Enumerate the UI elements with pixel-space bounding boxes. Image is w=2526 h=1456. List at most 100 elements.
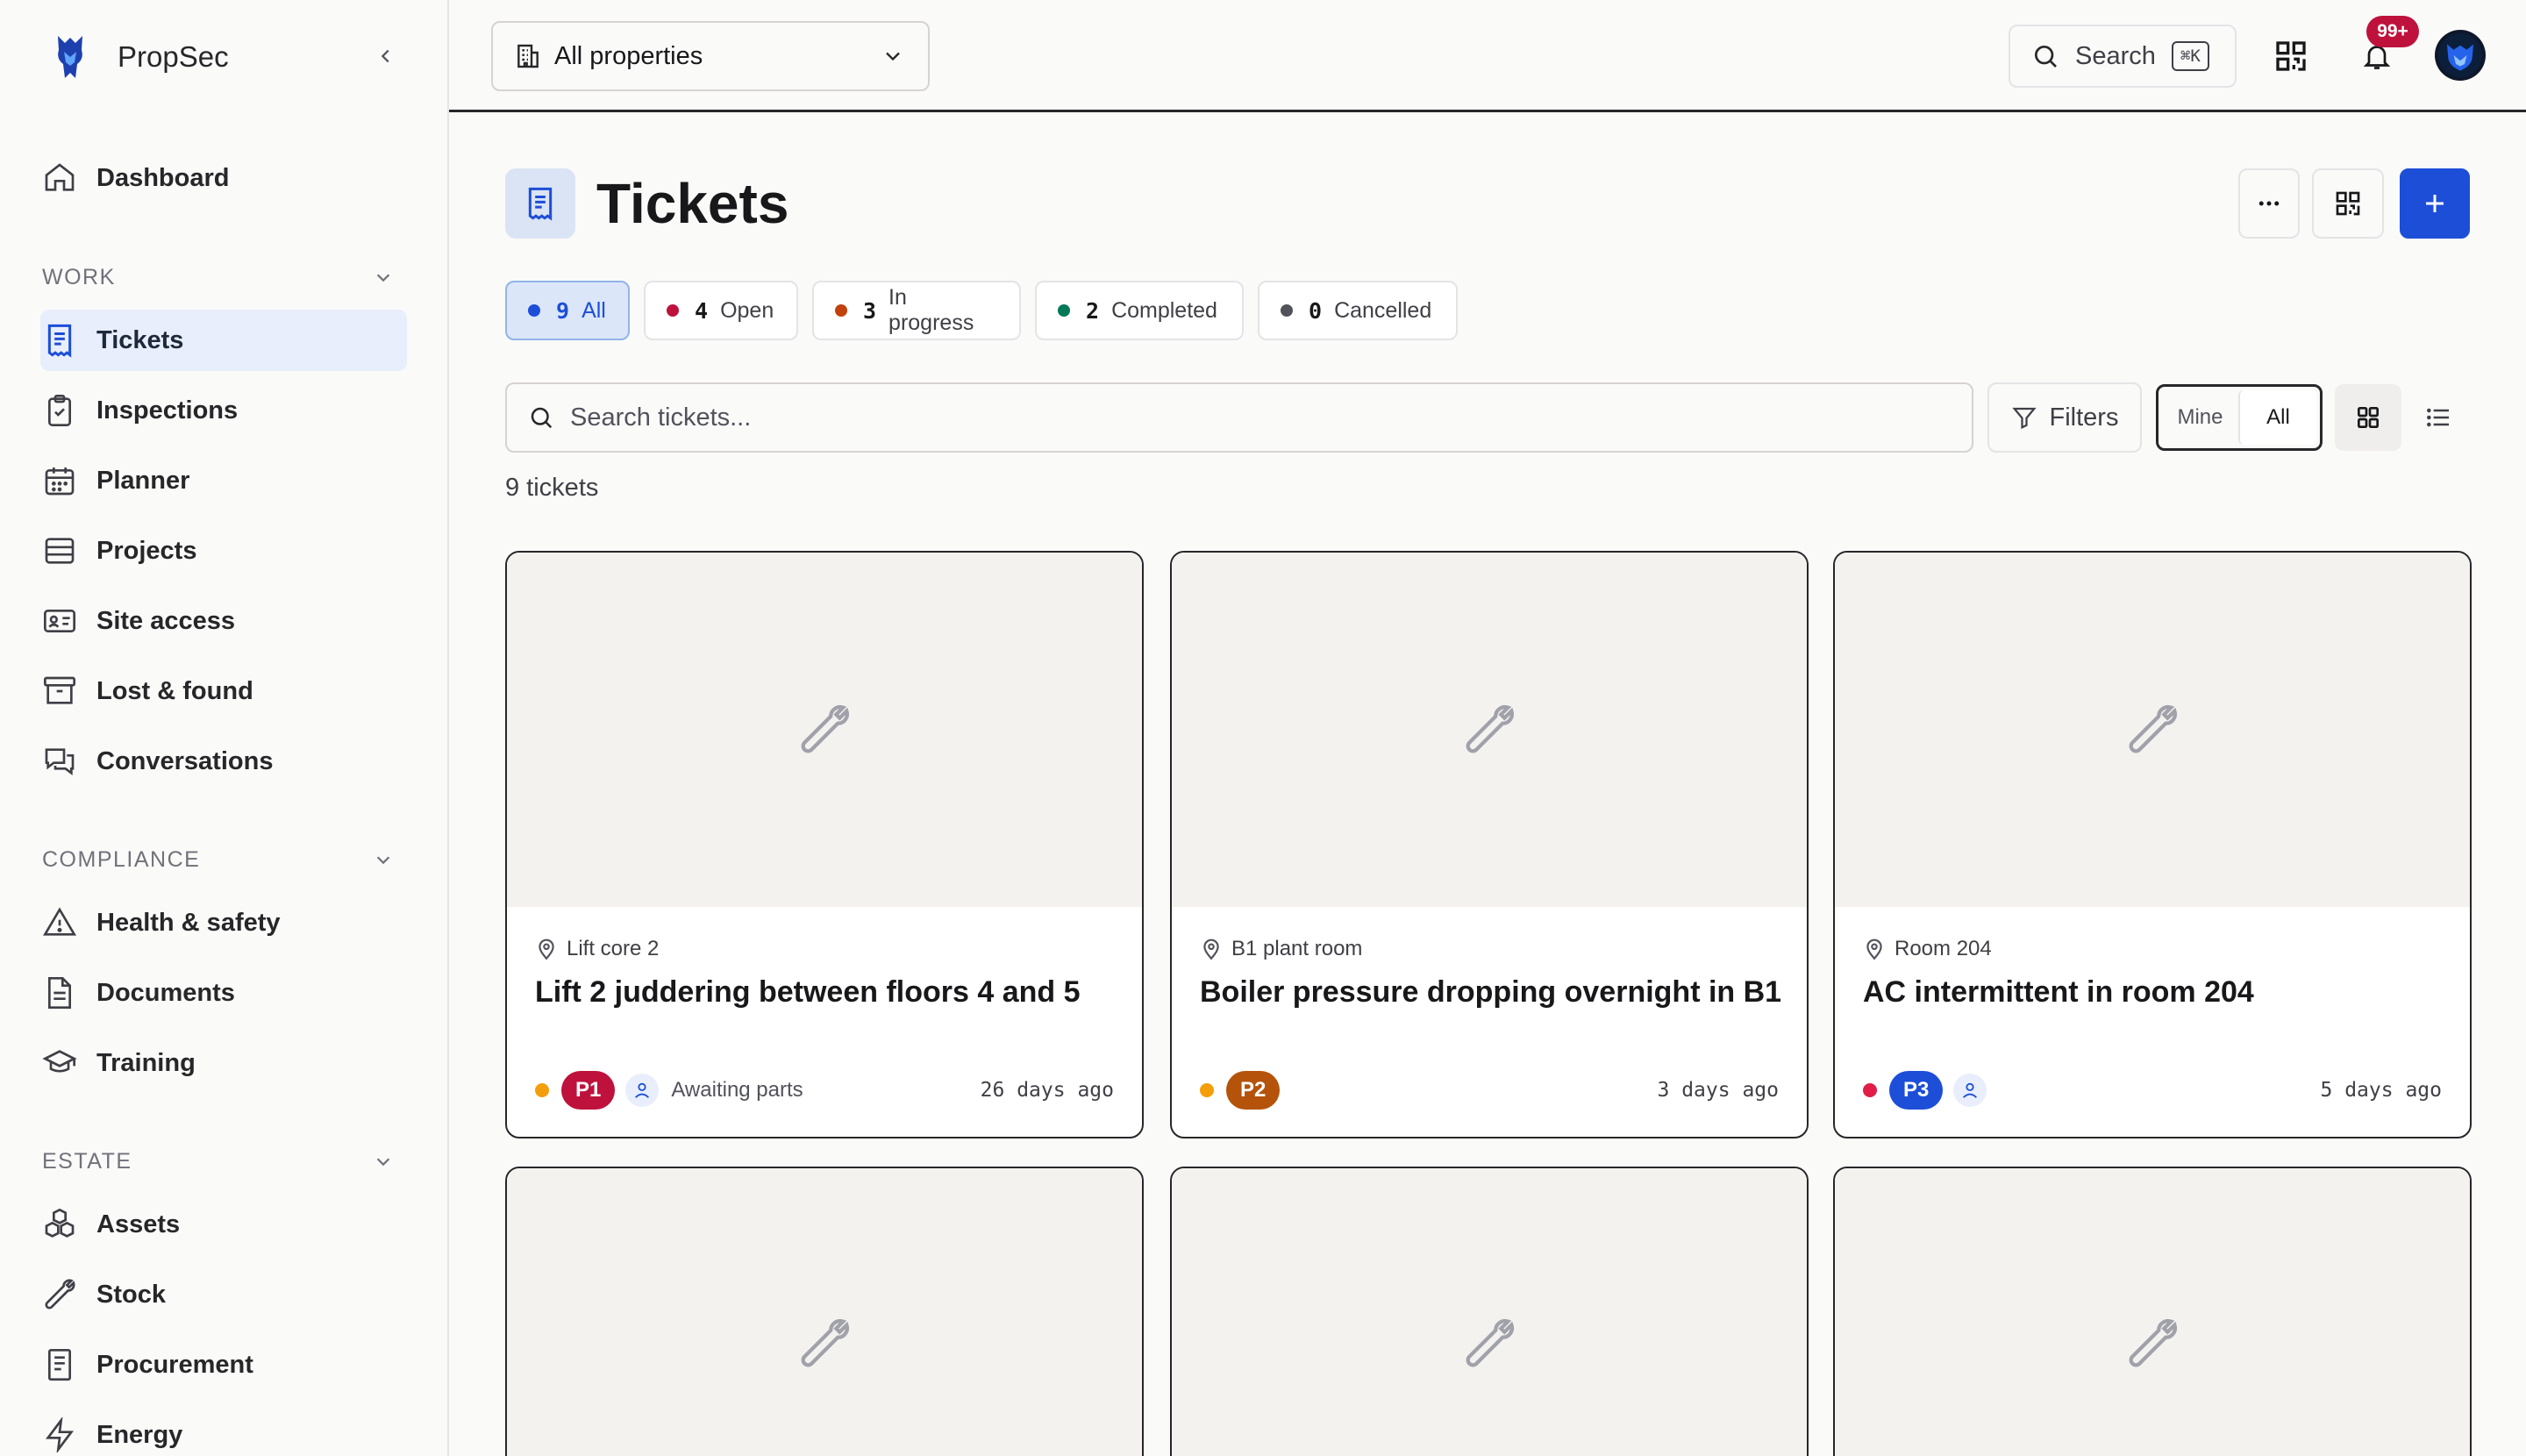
status-dot <box>535 1083 549 1097</box>
calendar-icon <box>40 461 79 500</box>
filter-chip-all[interactable]: 9 All <box>505 281 630 340</box>
propsec-logo-icon <box>53 31 88 83</box>
sidebar-item-conversations[interactable]: Conversations <box>40 731 407 792</box>
ticket-card[interactable] <box>1170 1167 1809 1456</box>
chip-count: 9 <box>556 297 570 324</box>
grid-view-button[interactable] <box>2335 384 2401 451</box>
priority-badge: P3 <box>1889 1071 1944 1110</box>
qr-scan-button[interactable] <box>2270 35 2312 77</box>
sidebar-item-label: Projects <box>96 536 197 565</box>
sidebar-item-label: Health & safety <box>96 908 281 937</box>
sidebar-item-label: Documents <box>96 978 235 1007</box>
sidebar-item-procurement[interactable]: Procurement <box>40 1334 407 1395</box>
collapse-sidebar-button[interactable] <box>368 39 403 74</box>
sidebar-item-lost-found[interactable]: Lost & found <box>40 660 407 722</box>
ticket-location-text: Lift core 2 <box>567 937 660 960</box>
map-pin-icon <box>1203 939 1219 960</box>
sidebar: PropSec Dashboard WORK Tickets Inspectio… <box>0 0 449 1456</box>
more-options-button[interactable] <box>2238 168 2300 239</box>
boxes-icon <box>40 1205 79 1244</box>
priority-badge: P2 <box>1226 1071 1281 1110</box>
ticket-card[interactable]: B1 plant room Boiler pressure dropping o… <box>1170 551 1809 1138</box>
sidebar-item-projects[interactable]: Projects <box>40 520 407 582</box>
archive-icon <box>40 672 79 710</box>
sidebar-item-documents[interactable]: Documents <box>40 962 407 1024</box>
ticket-icon <box>40 321 79 360</box>
clipboard-check-icon <box>40 391 79 430</box>
filters-button[interactable]: Filters <box>1987 382 2142 453</box>
ticket-search-input[interactable] <box>570 403 1886 432</box>
ticket-age: 3 days ago <box>1657 1079 1779 1102</box>
sidebar-item-health-safety[interactable]: Health & safety <box>40 892 407 953</box>
chip-label: In progress <box>888 285 974 335</box>
ticket-title: Boiler pressure dropping overnight in B1 <box>1200 975 1782 1009</box>
qr-code-icon <box>2276 41 2306 71</box>
warning-triangle-icon <box>40 903 79 942</box>
ticket-thumbnail <box>507 1168 1142 1456</box>
chevron-down-icon <box>376 274 390 282</box>
ticket-card[interactable]: Lift core 2 Lift 2 juddering between flo… <box>505 551 1144 1138</box>
wrench-icon <box>2129 705 2177 753</box>
avatar-image-icon <box>2438 33 2482 77</box>
qr-code-button[interactable] <box>2312 168 2384 239</box>
chip-label: All <box>582 297 606 323</box>
assignee-icon[interactable] <box>625 1074 660 1107</box>
global-search-button[interactable]: Search ⌘K <box>2009 25 2237 88</box>
sidebar-item-label: Inspections <box>96 396 239 425</box>
ticket-card[interactable]: Room 204 AC intermittent in room 204 P3 … <box>1833 551 2472 1138</box>
ticket-status: Awaiting parts <box>671 1078 803 1102</box>
ticket-location: B1 plant room <box>1200 937 1362 961</box>
section-estate[interactable]: ESTATE <box>42 1144 393 1179</box>
ticket-age: 26 days ago <box>980 1079 1114 1102</box>
shortcut-hint: ⌘K <box>2171 41 2209 71</box>
section-compliance[interactable]: COMPLIANCE <box>42 842 393 877</box>
sidebar-item-label: Site access <box>96 606 236 635</box>
ticket-footer: P1 Awaiting parts 26 days ago <box>535 1070 1114 1110</box>
ticket-location: Room 204 <box>1863 937 1992 961</box>
filter-chip-cancelled[interactable]: 0 Cancelled <box>1258 281 1458 340</box>
qr-code-icon <box>2336 191 2360 216</box>
property-select[interactable]: All properties <box>491 21 930 91</box>
ticket-card[interactable] <box>505 1167 1144 1456</box>
filter-chip-open[interactable]: 4 Open <box>644 281 798 340</box>
ticket-icon <box>528 187 553 221</box>
sidebar-item-training[interactable]: Training <box>40 1032 407 1094</box>
filter-chip-in-progress[interactable]: 3 In progress <box>812 281 1021 340</box>
sidebar-item-inspections[interactable]: Inspections <box>40 380 407 441</box>
wrench-icon <box>2129 1319 2177 1367</box>
section-work[interactable]: WORK <box>42 260 393 295</box>
chat-bubbles-icon <box>40 742 79 781</box>
ticket-location-text: Room 204 <box>1894 937 1992 960</box>
property-select-value: All properties <box>554 41 703 70</box>
brand[interactable]: PropSec <box>53 30 229 84</box>
ticket-age: 5 days ago <box>2320 1079 2442 1102</box>
ticket-title: Lift 2 juddering between floors 4 and 5 <box>535 975 1081 1009</box>
status-dot <box>667 304 679 317</box>
chip-count: 0 <box>1309 297 1323 324</box>
ticket-count: 9 tickets <box>505 474 599 502</box>
ticket-location-text: B1 plant room <box>1231 937 1363 960</box>
ticket-location: Lift core 2 <box>535 937 659 961</box>
chevron-down-icon <box>886 52 900 61</box>
assignee-icon[interactable] <box>1953 1074 1987 1107</box>
layers-icon <box>40 532 79 570</box>
sidebar-item-stock[interactable]: Stock <box>40 1264 407 1325</box>
filter-chip-completed[interactable]: 2 Completed <box>1035 281 1244 340</box>
sidebar-item-site-access[interactable]: Site access <box>40 590 407 652</box>
chevron-left-icon <box>381 49 389 63</box>
status-dot <box>835 304 847 317</box>
scope-mine-option[interactable]: Mine <box>2162 390 2238 445</box>
sidebar-item-tickets[interactable]: Tickets <box>40 310 407 371</box>
user-avatar[interactable] <box>2435 30 2486 81</box>
ticket-card[interactable] <box>1833 1167 2472 1456</box>
sidebar-item-energy[interactable]: Energy <box>40 1404 407 1456</box>
search-icon <box>531 407 553 429</box>
chip-count: 3 <box>862 297 877 324</box>
sidebar-item-planner[interactable]: Planner <box>40 450 407 511</box>
sidebar-item-assets[interactable]: Assets <box>40 1194 407 1255</box>
sidebar-item-dashboard[interactable]: Dashboard <box>40 147 407 209</box>
scope-all-option[interactable]: All <box>2238 390 2316 445</box>
ticket-thumbnail <box>1835 1168 2470 1456</box>
list-view-button[interactable] <box>2405 384 2472 451</box>
add-ticket-button[interactable] <box>2400 168 2470 239</box>
